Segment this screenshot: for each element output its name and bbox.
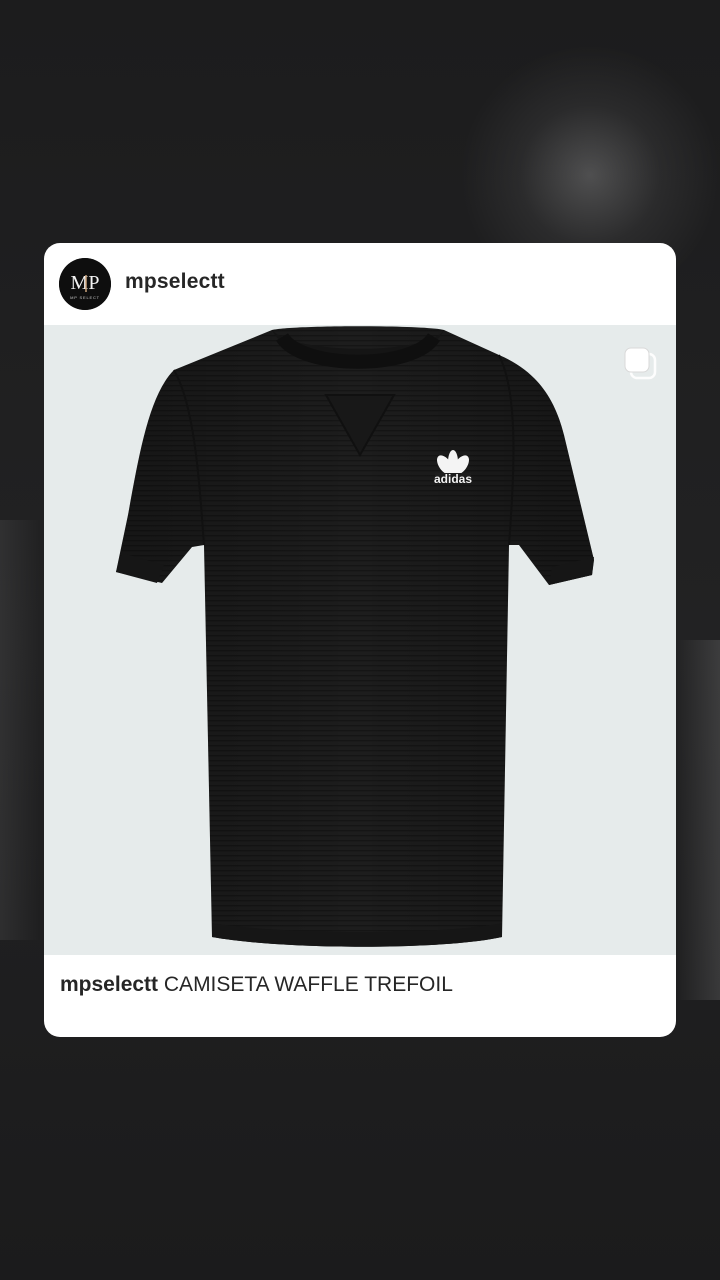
adidas-wordmark: adidas: [434, 472, 472, 486]
post-image[interactable]: adidas: [44, 325, 676, 955]
post-header[interactable]: MP MP SELECT mpselectt: [44, 243, 676, 325]
background-glow-right: [675, 640, 720, 1000]
multiple-images-icon: [624, 347, 657, 380]
avatar[interactable]: MP MP SELECT: [59, 258, 111, 310]
caption-username[interactable]: mpselectt: [60, 973, 158, 996]
post-username[interactable]: mpselectt: [125, 270, 225, 294]
post-caption: mpselectt CAMISETA WAFFLE TREFOIL: [60, 971, 660, 999]
avatar-subtext: MP SELECT: [70, 295, 100, 300]
tshirt-photo: adidas: [116, 326, 594, 947]
background-glow-left: [0, 520, 40, 940]
avatar-initials: MP: [71, 272, 100, 294]
shared-post-card[interactable]: MP MP SELECT mpselectt adidas mpselectt …: [44, 243, 676, 1037]
caption-text: CAMISETA WAFFLE TREFOIL: [163, 973, 453, 996]
